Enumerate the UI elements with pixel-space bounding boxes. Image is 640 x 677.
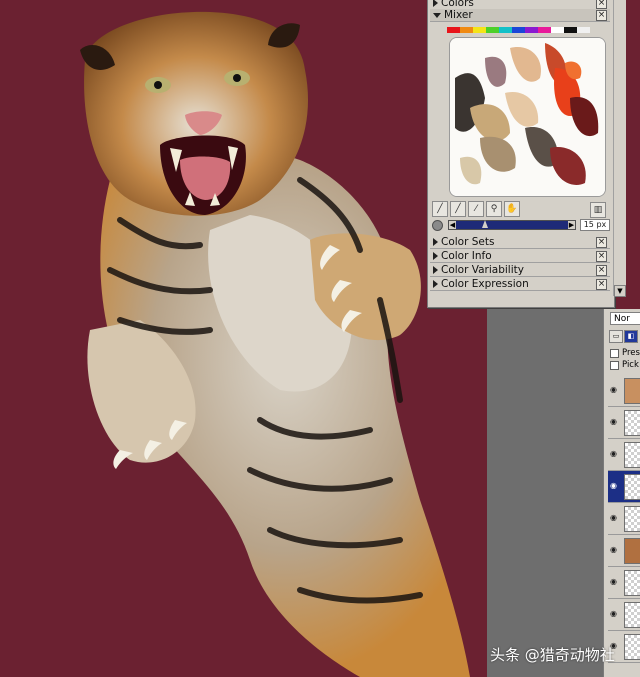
preserve-label: Pres [622,348,640,358]
layer-thumbnail [624,538,640,564]
close-icon[interactable]: × [596,236,607,248]
layer-thumbnail [624,442,640,468]
layer-row[interactable]: ◉ [608,503,640,535]
layer-thumbnail [624,378,640,404]
collapse-arrow-icon[interactable] [433,266,438,274]
color-swatch[interactable] [564,27,577,33]
section-color-variability-label: Color Variability [441,264,524,276]
slider-thumb[interactable] [482,220,489,228]
section-color-expression-label: Color Expression [441,278,529,290]
color-palette-panel: Colors × Mixer × ╱ ╱ ⁄ ⚲ ✋ ▥ ◀ ▶ 15 px C… [427,0,615,308]
trash-icon[interactable]: ▥ [590,202,606,218]
layer-buttons-row: ▭ ◧ [609,330,639,343]
color-swatch[interactable] [460,27,473,33]
mixer-paint-strokes [450,38,605,196]
mixer-swatch-row [447,27,590,33]
layer-row[interactable]: ◉ [608,407,640,439]
dirty-brush-icon[interactable]: ╱ [432,201,448,217]
layer-list: ◉ ◉ ◉ ◉ ◉ ◉ ◉ ◉ ◉ [608,375,640,663]
mixer-pad[interactable] [449,37,606,197]
layer-thumbnail [624,634,640,660]
layer-row[interactable]: ◉ [608,599,640,631]
layer-thumbnail [624,506,640,532]
section-color-sets-label: Color Sets [441,236,495,248]
layer-thumbnail [624,410,640,436]
color-swatch[interactable] [512,27,525,33]
brush-size-field[interactable]: 15 px [580,219,610,231]
scroll-down-arrow-icon[interactable]: ▼ [614,285,626,297]
section-color-info[interactable]: Color Info × [430,250,610,263]
section-color-variability[interactable]: Color Variability × [430,264,610,277]
eye-icon[interactable]: ◉ [610,417,619,426]
close-icon[interactable]: × [596,0,607,9]
eye-icon[interactable]: ◉ [610,513,619,522]
section-color-info-label: Color Info [441,250,492,262]
collapse-arrow-icon[interactable] [433,0,438,7]
layer-row[interactable]: ◉ [608,375,640,407]
checkbox-box[interactable] [610,348,619,358]
eye-icon[interactable]: ◉ [610,545,619,554]
close-icon[interactable]: × [596,250,607,262]
dropper-icon[interactable]: ⁄ [468,201,484,217]
blend-mode-select[interactable]: Nor [610,312,640,325]
layer-row[interactable]: ◉ [608,439,640,471]
section-color-expression[interactable]: Color Expression × [430,278,610,291]
eye-icon[interactable]: ◉ [610,481,619,490]
eye-icon[interactable]: ◉ [610,385,619,394]
layer-thumbnail [624,570,640,596]
color-swatch[interactable] [538,27,551,33]
eye-icon[interactable]: ◉ [610,577,619,586]
slider-right-arrow-icon[interactable]: ▶ [568,221,575,229]
color-swatch[interactable] [447,27,460,33]
mixer-tools-row: ╱ ╱ ⁄ ⚲ ✋ ▥ [432,201,610,218]
preserve-transparency-checkbox[interactable]: Pres [610,348,640,358]
expand-arrow-icon[interactable] [433,12,441,18]
layer-row-selected[interactable]: ◉ [608,471,640,503]
color-swatch[interactable] [551,27,564,33]
close-icon[interactable]: × [596,264,607,276]
layer-options-icon[interactable]: ▭ [609,330,623,343]
collapse-arrow-icon[interactable] [433,280,438,288]
layer-row[interactable]: ◉ [608,535,640,567]
clean-brush-icon[interactable]: ╱ [450,201,466,217]
pick-label: Pick [622,360,639,370]
color-swatch[interactable] [525,27,538,33]
color-swatch[interactable] [577,27,590,33]
pick-up-underlying-checkbox[interactable]: Pick [610,360,639,370]
layer-thumbnail [624,602,640,628]
section-mixer[interactable]: Mixer × [430,9,610,22]
section-mixer-label: Mixer [444,9,473,21]
collapse-arrow-icon[interactable] [433,238,438,246]
watermark: 头条 @猎奇动物社 [490,646,615,664]
collapse-arrow-icon[interactable] [433,252,438,260]
section-color-sets[interactable]: Color Sets × [430,236,610,249]
brush-size-slider[interactable]: ◀ ▶ [448,220,576,230]
zoom-icon[interactable]: ⚲ [486,201,502,217]
section-colors-label: Colors [441,0,474,9]
brush-dot-icon [432,219,443,231]
close-icon[interactable]: × [596,278,607,290]
eye-icon[interactable]: ◉ [610,449,619,458]
slider-left-arrow-icon[interactable]: ◀ [449,221,456,229]
eye-icon[interactable]: ◉ [610,609,619,618]
brush-size-row: ◀ ▶ 15 px [432,219,610,231]
layer-row[interactable]: ◉ [608,567,640,599]
layers-panel: Nor ▭ ◧ Pres Pick ◉ ◉ ◉ ◉ ◉ ◉ ◉ ◉ ◉ [603,309,640,677]
palette-scrollbar[interactable]: ▼ [613,0,626,297]
color-swatch[interactable] [473,27,486,33]
close-icon[interactable]: × [596,9,607,21]
color-swatch[interactable] [486,27,499,33]
layer-thumbnail [624,474,640,500]
pan-icon[interactable]: ✋ [504,201,520,217]
checkbox-box[interactable] [610,360,619,370]
color-swatch[interactable] [499,27,512,33]
layer-composite-icon[interactable]: ◧ [624,330,638,343]
